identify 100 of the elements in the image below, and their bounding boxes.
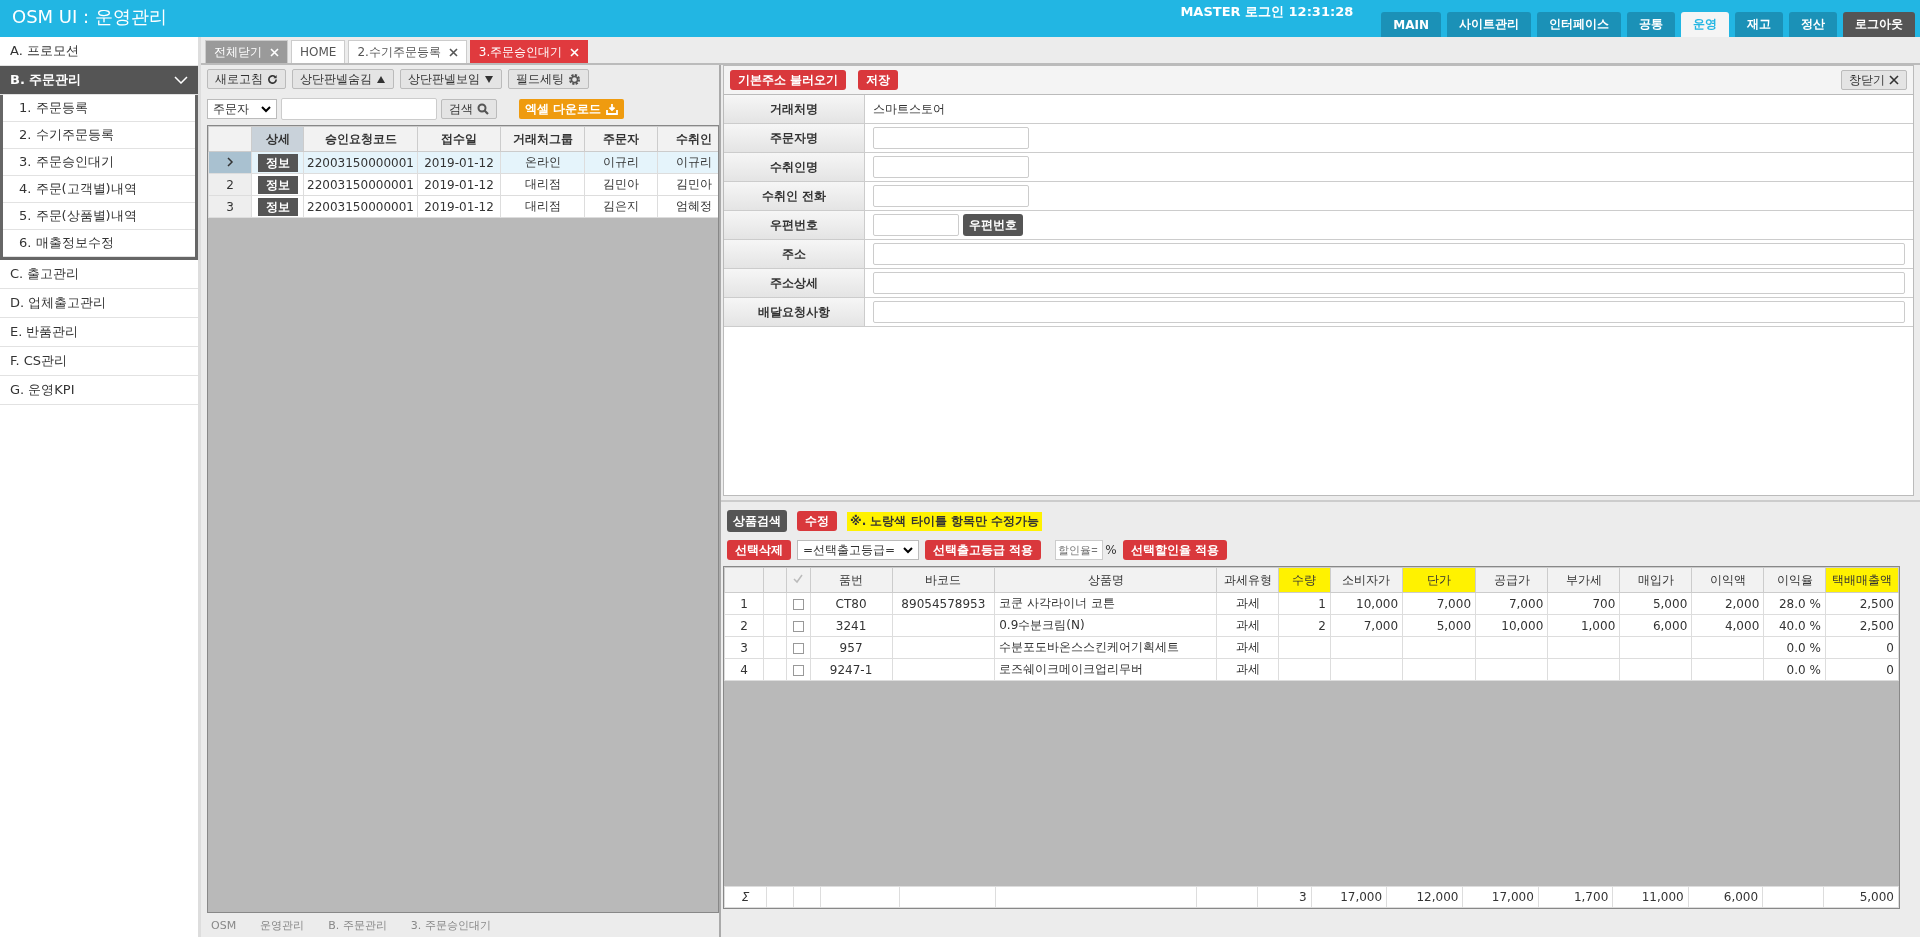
input-field[interactable] xyxy=(873,214,959,236)
table-cell: 7,000 xyxy=(1330,614,1403,637)
search-type-select[interactable]: 주문자 xyxy=(207,99,277,119)
nav-tab[interactable]: MAIN xyxy=(1381,12,1441,37)
discount-field[interactable]: 할인율= xyxy=(1055,540,1104,560)
page-tab[interactable]: 2.수기주문등록 xyxy=(348,40,467,63)
apply-button[interactable]: 선택할인율 적용 xyxy=(1122,540,1227,560)
nav-tab[interactable]: 공통 xyxy=(1627,12,1675,37)
form-label: 주소 xyxy=(724,240,865,268)
delete-button[interactable]: 선택삭제 xyxy=(727,540,791,560)
logout-button[interactable]: 로그아웃 xyxy=(1843,12,1915,37)
table-cell: 6,000 xyxy=(1619,614,1692,637)
table-cell: 1 xyxy=(1278,592,1331,615)
table-cell: 5,000 xyxy=(1619,592,1692,615)
column-header: 승인요청코드 xyxy=(303,126,418,152)
apply-button[interactable]: 선택출고등급 적용 xyxy=(925,540,1042,560)
table-cell: CT80 xyxy=(810,592,893,615)
table-cell: 2,500 xyxy=(1825,592,1899,615)
search-icon xyxy=(477,103,489,115)
column-header: 이익액 xyxy=(1691,567,1764,593)
checkbox[interactable] xyxy=(792,598,804,610)
input-field[interactable] xyxy=(873,243,1905,265)
total-cell: 12,000 xyxy=(1416,890,1459,904)
nav-tab[interactable]: 재고 xyxy=(1735,12,1783,37)
page-tab[interactable]: 3.주문승인대기 xyxy=(469,40,589,63)
table-cell: 40.0 % xyxy=(1763,614,1826,637)
table-cell: 7,000 xyxy=(1402,592,1476,615)
total-cell: 1,700 xyxy=(1573,890,1609,904)
row-number: 1 xyxy=(724,592,764,615)
sidebar-item[interactable]: D. 업체출고관리 xyxy=(0,289,198,318)
edit-button[interactable]: 수정 xyxy=(797,511,837,531)
zipcode-button[interactable]: 우편번호 xyxy=(963,214,1023,236)
table-cell: 22003150000001 xyxy=(303,173,418,196)
sidebar-subitem[interactable]: 1. 주문등록 xyxy=(3,95,195,122)
table-cell: 0.0 % xyxy=(1763,658,1826,681)
input-field[interactable] xyxy=(873,185,1029,207)
checkmark-icon[interactable] xyxy=(793,574,804,584)
toolbar-button[interactable]: 새로고침 xyxy=(207,69,286,89)
page-tab[interactable]: HOME xyxy=(291,40,346,63)
column-header: 공급가 xyxy=(1475,567,1548,593)
table-cell: 과세 xyxy=(1216,592,1279,615)
table-cell: 700 xyxy=(1547,592,1620,615)
total-cell: 3 xyxy=(1299,890,1307,904)
sidebar-subitem[interactable]: 2. 수기주문등록 xyxy=(3,122,195,149)
column-header: 주문자 xyxy=(584,126,658,152)
input-field[interactable] xyxy=(873,156,1029,178)
table-cell: 0.9수분크림(N) xyxy=(994,614,1217,637)
gear-icon xyxy=(568,72,581,86)
search-button[interactable]: 검색 xyxy=(441,99,497,119)
row-number: 3 xyxy=(226,199,234,214)
table-cell: 89054578953 xyxy=(892,592,995,615)
action-button[interactable]: 저장 xyxy=(858,70,899,90)
sidebar-subitem[interactable]: 6. 매출정보수정 xyxy=(3,230,195,257)
form-label: 우편번호 xyxy=(724,211,865,239)
nav-tab[interactable]: 사이트관리 xyxy=(1447,12,1531,37)
input-field[interactable] xyxy=(873,272,1905,294)
info-button[interactable]: 정보 xyxy=(257,175,298,194)
sidebar-item[interactable]: C. 출고관리 xyxy=(0,260,198,289)
table-cell: 과세 xyxy=(1216,636,1279,659)
sidebar-item[interactable]: G. 운영KPI xyxy=(0,376,198,405)
nav-tab[interactable]: 정산 xyxy=(1789,12,1837,37)
sidebar-subitem[interactable]: 4. 주문(고객별)내역 xyxy=(3,176,195,203)
percent-label: % xyxy=(1105,543,1117,557)
toolbar-button[interactable]: 상단판넬보임 xyxy=(400,69,502,89)
product-search-button[interactable]: 상품검색 xyxy=(727,510,787,532)
nav-tab[interactable]: 인터페이스 xyxy=(1537,12,1621,37)
column-header: 상품명 xyxy=(994,567,1217,593)
total-cell: 6,000 xyxy=(1723,890,1759,904)
sidebar-item[interactable]: F. CS관리 xyxy=(0,347,198,376)
grade-select[interactable]: =선택출고등급= xyxy=(797,540,919,560)
input-field[interactable] xyxy=(873,127,1029,149)
total-cell: 17,000 xyxy=(1491,890,1534,904)
sidebar-subitem[interactable]: 5. 주문(상품별)내역 xyxy=(3,203,195,230)
search-field[interactable] xyxy=(281,98,437,120)
checkbox[interactable] xyxy=(792,642,804,654)
table-cell: 과세 xyxy=(1216,658,1279,681)
info-button[interactable]: 정보 xyxy=(257,153,298,172)
chevron-down-icon xyxy=(261,105,271,113)
input-field[interactable] xyxy=(873,301,1905,323)
sidebar-subitem[interactable]: 3. 주문승인대기 xyxy=(3,149,195,176)
table-cell: 수분포도바온스스킨케어기획세트 xyxy=(994,636,1217,659)
toolbar-button[interactable]: 필드세팅 xyxy=(508,69,589,89)
close-window-button[interactable]: 창닫기 xyxy=(1841,70,1907,90)
action-button[interactable]: 기본주소 불러오기 xyxy=(730,70,847,90)
sidebar-item[interactable]: E. 반품관리 xyxy=(0,318,198,347)
table-cell: 0 xyxy=(1825,658,1899,681)
checkbox[interactable] xyxy=(792,664,804,676)
chevron-down-icon xyxy=(174,76,188,84)
field-value: 스마트스토어 xyxy=(873,100,945,118)
close-icon[interactable] xyxy=(448,47,458,57)
table-cell: 28.0 % xyxy=(1763,592,1826,615)
sidebar-item[interactable]: B. 주문관리 xyxy=(0,66,198,95)
column-header: 수취인 xyxy=(657,126,718,152)
info-button[interactable]: 정보 xyxy=(257,197,298,216)
column-header: 이익율 xyxy=(1763,567,1826,593)
checkbox[interactable] xyxy=(792,620,804,632)
chevron-down-icon xyxy=(903,546,913,554)
toolbar-button[interactable]: 상단판넬숨김 xyxy=(292,69,394,89)
app-title: OSM UI : 운영관리 xyxy=(11,5,167,29)
table-cell: 10,000 xyxy=(1330,592,1403,615)
